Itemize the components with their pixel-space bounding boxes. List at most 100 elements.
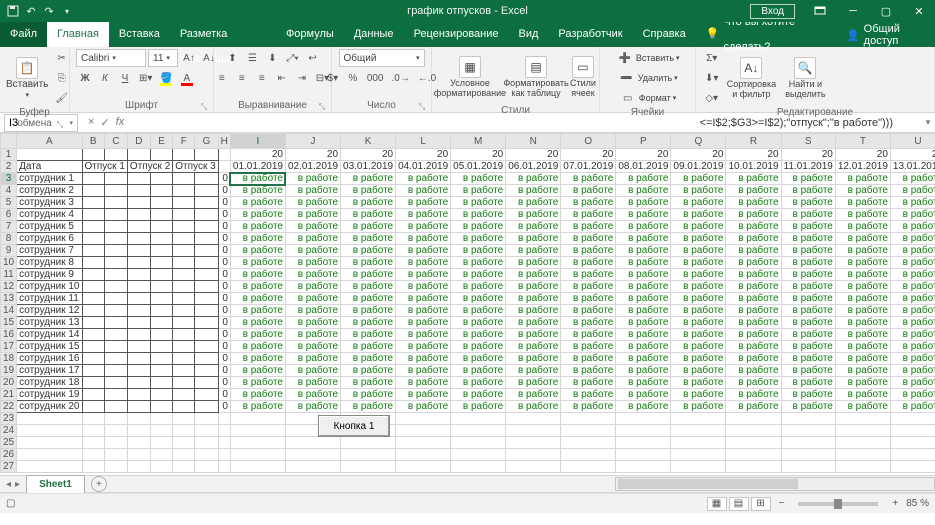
cell[interactable] [150, 377, 173, 389]
cell[interactable] [127, 389, 150, 401]
cell[interactable]: в работе [285, 401, 340, 413]
cell[interactable]: в работе [835, 197, 890, 209]
cell[interactable] [127, 257, 150, 269]
cell[interactable]: в работе [396, 173, 451, 185]
cell[interactable] [726, 449, 781, 461]
cut-button[interactable]: ✂ [52, 49, 71, 67]
cell[interactable] [218, 425, 230, 437]
cell[interactable]: Дата [17, 161, 82, 173]
cell[interactable]: в работе [890, 197, 935, 209]
cell[interactable]: в работе [671, 365, 726, 377]
inc-decimal-button[interactable]: .0→ [389, 69, 413, 87]
cell[interactable]: в работе [396, 401, 451, 413]
cell[interactable]: в работе [451, 209, 506, 221]
cell[interactable]: 07.01.2019 [561, 161, 616, 173]
cell[interactable] [82, 269, 105, 281]
undo-icon[interactable]: ↶ [24, 4, 38, 18]
row-header[interactable]: 10 [1, 257, 17, 269]
cell[interactable] [150, 149, 173, 161]
cell[interactable] [173, 341, 195, 353]
cell[interactable]: в работе [561, 185, 616, 197]
cell[interactable] [82, 353, 105, 365]
cell[interactable]: в работе [781, 233, 835, 245]
percent-button[interactable]: % [344, 69, 362, 87]
cell[interactable]: в работе [285, 305, 340, 317]
cell[interactable] [616, 461, 671, 473]
cell[interactable] [451, 461, 506, 473]
cell[interactable] [105, 173, 128, 185]
cell[interactable]: 20 [835, 149, 890, 161]
cell[interactable] [195, 281, 218, 293]
cell[interactable] [82, 305, 105, 317]
cell[interactable] [82, 281, 105, 293]
cell[interactable]: в работе [781, 269, 835, 281]
cell[interactable]: 09.01.2019 [671, 161, 726, 173]
cell[interactable]: в работе [561, 281, 616, 293]
cell[interactable]: в работе [396, 221, 451, 233]
cell[interactable]: в работе [616, 305, 671, 317]
cell[interactable]: в работе [781, 197, 835, 209]
number-launcher[interactable]: ⤡ [417, 102, 427, 112]
cell[interactable] [105, 257, 128, 269]
cell[interactable]: 20 [890, 149, 935, 161]
cell[interactable]: в работе [506, 257, 561, 269]
share-button[interactable]: 👤Общий доступ [836, 23, 935, 47]
cell[interactable]: в работе [890, 365, 935, 377]
cell[interactable] [195, 365, 218, 377]
cell[interactable] [195, 197, 218, 209]
cell[interactable]: в работе [616, 329, 671, 341]
cell[interactable]: в работе [341, 305, 396, 317]
cell[interactable]: в работе [341, 377, 396, 389]
cell[interactable] [195, 437, 218, 449]
cell[interactable]: в работе [396, 365, 451, 377]
cell[interactable]: в работе [671, 389, 726, 401]
cell[interactable]: в работе [506, 305, 561, 317]
cell[interactable]: в работе [396, 281, 451, 293]
cell[interactable]: в работе [285, 353, 340, 365]
cell[interactable] [150, 233, 173, 245]
cell[interactable] [616, 449, 671, 461]
cell[interactable]: в работе [671, 209, 726, 221]
cell[interactable] [105, 185, 128, 197]
cell[interactable] [230, 413, 285, 425]
cell[interactable] [173, 197, 195, 209]
delete-cells-button[interactable]: ➖ [617, 69, 635, 87]
cell[interactable]: в работе [561, 233, 616, 245]
cell[interactable] [17, 437, 82, 449]
cell[interactable] [82, 245, 105, 257]
cell[interactable] [105, 305, 128, 317]
sort-filter-button[interactable]: A↓Сортировка и фильтр [725, 50, 777, 106]
cell[interactable]: в работе [561, 173, 616, 185]
cell[interactable]: в работе [285, 257, 340, 269]
cell[interactable] [195, 329, 218, 341]
cell[interactable]: в работе [890, 185, 935, 197]
cell[interactable] [105, 377, 128, 389]
cell[interactable]: 0 [218, 353, 230, 365]
cell[interactable]: в работе [835, 281, 890, 293]
tab-formulas[interactable]: Формулы [276, 22, 344, 47]
cell[interactable] [127, 401, 150, 413]
cell[interactable] [173, 329, 195, 341]
row-header[interactable]: 15 [1, 317, 17, 329]
cell[interactable]: в работе [230, 293, 285, 305]
cell[interactable] [890, 437, 935, 449]
cell[interactable]: в работе [835, 305, 890, 317]
cell[interactable] [150, 401, 173, 413]
cell[interactable] [17, 449, 82, 461]
cell[interactable] [173, 149, 195, 161]
cell[interactable] [218, 161, 230, 173]
cell[interactable] [173, 233, 195, 245]
cell[interactable]: в работе [341, 293, 396, 305]
cell[interactable] [726, 425, 781, 437]
cell[interactable]: в работе [890, 209, 935, 221]
cell[interactable] [105, 293, 128, 305]
cell[interactable] [150, 197, 173, 209]
cell[interactable]: в работе [285, 269, 340, 281]
cell[interactable]: в работе [671, 257, 726, 269]
cell[interactable]: в работе [726, 245, 781, 257]
cell[interactable] [150, 305, 173, 317]
cell[interactable]: в работе [230, 173, 285, 185]
cell[interactable] [105, 149, 128, 161]
fill-button[interactable]: ⬇▾ [702, 69, 721, 87]
cell[interactable]: в работе [451, 341, 506, 353]
